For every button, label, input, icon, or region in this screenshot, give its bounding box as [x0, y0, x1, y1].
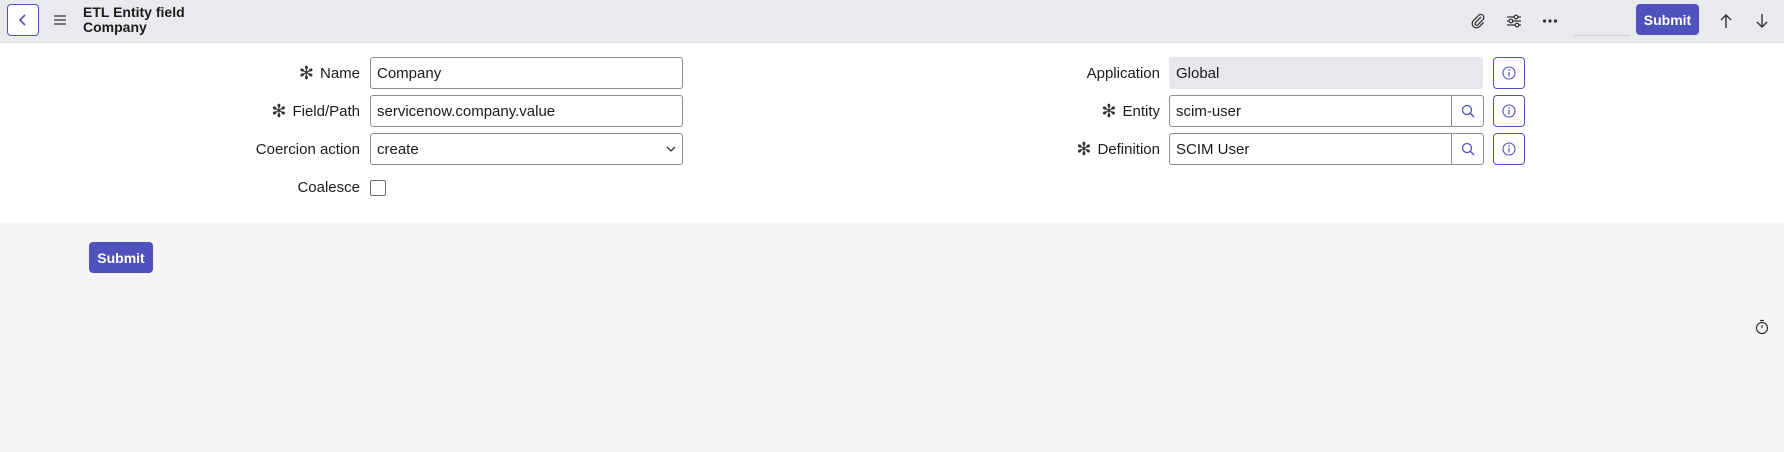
info-icon	[1502, 142, 1516, 156]
page-title-record: Company	[83, 19, 147, 35]
coercion-action-value: create	[377, 140, 419, 158]
paperclip-icon	[1471, 13, 1485, 29]
entity-input[interactable]: scim-user	[1169, 95, 1452, 127]
form-header: ETL Entity field Company Submit	[0, 0, 1784, 43]
info-icon	[1502, 104, 1516, 118]
header-submit-button[interactable]: Submit	[1636, 4, 1699, 35]
coalesce-label: Coalesce	[297, 178, 360, 196]
more-options-icon	[1542, 19, 1558, 23]
footer-submit-button[interactable]: Submit	[89, 242, 153, 273]
required-icon: ✻	[298, 63, 314, 83]
application-info-button[interactable]	[1493, 57, 1525, 89]
required-icon: ✻	[1101, 101, 1117, 121]
definition-info-button[interactable]	[1493, 133, 1525, 165]
arrow-down-icon	[1756, 14, 1768, 28]
definition-label: ✻ Definition	[1076, 139, 1160, 159]
application-label: Application	[1086, 64, 1160, 82]
search-icon	[1461, 104, 1474, 118]
page-title: ETL Entity field Company	[83, 5, 185, 35]
response-time-indicator[interactable]	[1752, 317, 1772, 337]
search-icon	[1461, 142, 1474, 156]
sliders-icon	[1507, 14, 1521, 28]
field-path-input[interactable]: servicenow.company.value	[370, 95, 683, 127]
coercion-action-label: Coercion action	[255, 140, 360, 158]
chevron-left-icon	[18, 14, 26, 26]
field-path-label: ✻ Field/Path	[271, 101, 360, 121]
chevron-down-icon	[666, 146, 676, 152]
required-icon: ✻	[1076, 139, 1092, 159]
back-button[interactable]	[7, 4, 39, 36]
definition-lookup-button[interactable]	[1452, 133, 1484, 165]
name-label: ✻ Name	[298, 63, 360, 83]
personalize-button[interactable]	[1502, 9, 1526, 33]
hamburger-icon	[54, 15, 66, 25]
page-title-table: ETL Entity field	[83, 4, 185, 20]
more-options-button[interactable]	[1538, 9, 1562, 33]
definition-input[interactable]: SCIM User	[1169, 133, 1452, 165]
entity-info-button[interactable]	[1493, 95, 1525, 127]
coercion-action-select[interactable]: create	[370, 133, 683, 165]
attachment-button[interactable]	[1466, 9, 1490, 33]
entity-lookup-button[interactable]	[1452, 95, 1484, 127]
name-input[interactable]: Company	[370, 57, 683, 89]
menu-button[interactable]	[50, 10, 70, 30]
application-field: Global	[1169, 57, 1483, 89]
required-icon: ✻	[271, 101, 287, 121]
stopwatch-icon	[1755, 319, 1769, 335]
previous-record-button[interactable]	[1714, 9, 1738, 33]
arrow-up-icon	[1720, 14, 1732, 28]
info-icon	[1502, 66, 1516, 80]
entity-label: ✻ Entity	[1101, 101, 1160, 121]
header-placeholder	[1574, 4, 1630, 36]
coalesce-checkbox[interactable]	[370, 180, 386, 196]
record-form: ✻ Name Company ✻ Field/Path servicenow.c…	[0, 43, 1784, 223]
next-record-button[interactable]	[1750, 9, 1774, 33]
